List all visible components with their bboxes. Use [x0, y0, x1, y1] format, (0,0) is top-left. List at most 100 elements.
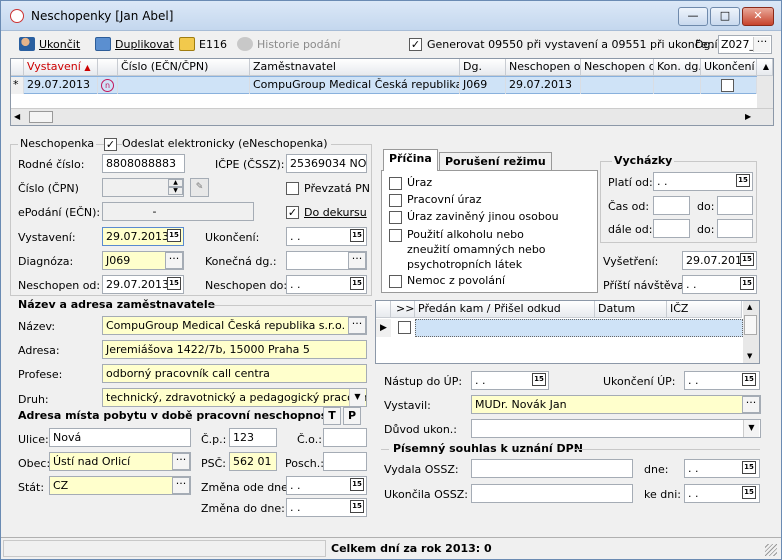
- stat-browse-button[interactable]: ···: [172, 477, 190, 494]
- obec-input[interactable]: Ústí nad Orlicí: [49, 452, 191, 471]
- pristi-navsteva-calendar-icon[interactable]: 15: [740, 277, 754, 290]
- rodne-cislo-input[interactable]: 8808088883: [102, 154, 185, 173]
- vydala-ossz-input[interactable]: [471, 459, 633, 478]
- cislo-spin-up[interactable]: ▲: [168, 179, 183, 187]
- cislo-tool-button[interactable]: ✎: [190, 178, 209, 197]
- cell-neschopen-od: 29.07.2013: [506, 77, 581, 94]
- grid-scroll-top[interactable]: ▲: [757, 59, 773, 76]
- col-zamestnavatel[interactable]: Zaměstnavatel: [250, 59, 460, 76]
- predani-scroll-up-icon[interactable]: ▲: [747, 303, 752, 311]
- zmena-do-calendar-icon[interactable]: 15: [350, 500, 364, 513]
- col-kon-dg[interactable]: Kon. dg.: [654, 59, 701, 76]
- stat-input[interactable]: CZ: [49, 476, 191, 495]
- col-neschopen-do[interactable]: Neschopen do: [581, 59, 654, 76]
- app-icon: [10, 9, 24, 23]
- predani-scroll-down-icon[interactable]: ▼: [747, 352, 752, 360]
- predani-col-kam[interactable]: Předán kam / Přišel odkud: [415, 301, 595, 318]
- col-dg[interactable]: Dg.: [460, 59, 506, 76]
- predani-scroll-thumb[interactable]: [744, 315, 757, 335]
- cas-od-input[interactable]: [653, 196, 690, 215]
- druh-chevron-down-icon[interactable]: ▼: [349, 389, 365, 406]
- col-cislo[interactable]: Číslo (EČN/ČPN): [118, 59, 250, 76]
- ukoncila-ossz-input[interactable]: [471, 484, 633, 503]
- predani-row-checkbox[interactable]: [398, 321, 411, 334]
- ukonceni-up-calendar-icon[interactable]: 15: [742, 373, 756, 386]
- vystavil-browse-button[interactable]: ···: [742, 396, 760, 413]
- tab-pricina[interactable]: Příčina: [383, 149, 438, 171]
- nastup-up-calendar-icon[interactable]: 15: [532, 373, 546, 386]
- neschopen-do-calendar-icon[interactable]: 15: [350, 277, 364, 290]
- predani-vscroll[interactable]: ▲ ▼: [743, 301, 759, 363]
- duvod-chevron-down-icon[interactable]: ▼: [743, 420, 759, 437]
- close-button[interactable]: ✕: [742, 7, 774, 26]
- neschopen-od-calendar-icon[interactable]: 15: [167, 277, 181, 290]
- pracovni-uraz-checkbox[interactable]: [389, 194, 402, 207]
- table-row[interactable]: * 29.07.2013 n CompuGroup Medical Česká …: [11, 76, 757, 94]
- col-neschopen-od[interactable]: Neschopen od: [506, 59, 581, 76]
- co-input[interactable]: [323, 428, 367, 447]
- druh-select[interactable]: technický, zdravotnický a pedagogický pr…: [102, 388, 367, 407]
- ulice-input[interactable]: Nová: [49, 428, 191, 447]
- obec-browse-button[interactable]: ···: [172, 453, 190, 470]
- duplikovat-button[interactable]: Duplikovat: [95, 37, 174, 53]
- uraz-jinou-osobou-checkbox[interactable]: [389, 211, 402, 224]
- scroll-right-icon[interactable]: ▶: [745, 112, 751, 121]
- minimize-button[interactable]: —: [678, 7, 708, 26]
- ulice-label: Ulice:: [18, 433, 49, 446]
- vystaveni-calendar-icon[interactable]: 15: [167, 229, 181, 242]
- diagnoza-browse-button[interactable]: ···: [165, 252, 183, 269]
- predani-row-kam[interactable]: [415, 319, 743, 337]
- alkohol-label-line3: psychotropních látek: [407, 258, 523, 271]
- adresa-input[interactable]: Jeremiášova 1422/7b, 15000 Praha 5: [102, 340, 367, 359]
- ukoncit-button[interactable]: Ukončit: [19, 37, 80, 53]
- ukonceni-row-checkbox[interactable]: [721, 79, 734, 92]
- icpe-input[interactable]: 25369034 NOV: [286, 154, 367, 173]
- duvod-ukonceni-select[interactable]: [471, 419, 761, 438]
- col-icon[interactable]: [98, 59, 118, 76]
- nazev-input[interactable]: CompuGroup Medical Česká republika s.r.o…: [102, 316, 367, 335]
- nemoc-z-povolani-checkbox[interactable]: [389, 275, 402, 288]
- cislo-spin-down[interactable]: ▼: [168, 187, 183, 195]
- ukonceni-calendar-icon[interactable]: 15: [350, 229, 364, 242]
- dg-filter-button[interactable]: ···: [753, 36, 770, 52]
- col-vystaveni[interactable]: Vystavení ▲: [24, 59, 98, 76]
- obec-label: Obec:: [18, 457, 51, 470]
- grid-vscroll[interactable]: [757, 76, 773, 108]
- scroll-left-icon[interactable]: ◀: [14, 112, 20, 121]
- generovat-checkbox[interactable]: ✓: [409, 38, 422, 51]
- plati-od-calendar-icon[interactable]: 15: [736, 174, 750, 187]
- cas-do-input[interactable]: [717, 196, 753, 215]
- dale-do-input[interactable]: [717, 219, 753, 238]
- prevzata-checkbox[interactable]: [286, 182, 299, 195]
- nazev-browse-button[interactable]: ···: [348, 317, 366, 334]
- uraz-checkbox[interactable]: [389, 177, 402, 190]
- predani-col-arrow[interactable]: >>: [391, 301, 415, 318]
- do-dekursu-checkbox[interactable]: ✓: [286, 206, 299, 219]
- zmena-od-calendar-icon[interactable]: 15: [350, 478, 364, 491]
- posch-input[interactable]: [323, 452, 367, 471]
- maximize-button[interactable]: □: [710, 7, 740, 26]
- dne-calendar-icon[interactable]: 15: [742, 461, 756, 474]
- cp-input[interactable]: 123: [229, 428, 277, 447]
- col-ukonceni[interactable]: Ukončení: [701, 59, 757, 76]
- konecna-dg-browse-button[interactable]: ···: [348, 252, 366, 269]
- vysetreni-calendar-icon[interactable]: 15: [740, 253, 754, 266]
- e116-button[interactable]: E116: [179, 37, 227, 53]
- profese-input[interactable]: odborný pracovník call centra: [102, 364, 367, 383]
- pobyt-t-button[interactable]: T: [323, 407, 341, 425]
- hscroll-thumb[interactable]: [29, 111, 53, 123]
- odeslat-checkbox[interactable]: ✓: [104, 138, 117, 151]
- predani-col-datum[interactable]: Datum: [595, 301, 667, 318]
- predani-col-icz[interactable]: IČZ: [667, 301, 742, 318]
- grid-hscroll[interactable]: ◀ ▶: [11, 108, 773, 125]
- tab-poruseni-rezimu[interactable]: Porušení režimu: [439, 152, 552, 172]
- predani-row[interactable]: ▶: [376, 319, 743, 337]
- psc-input[interactable]: 562 01: [229, 452, 277, 471]
- vystavil-input[interactable]: MUDr. Novák Jan: [471, 395, 761, 414]
- ke-dni-calendar-icon[interactable]: 15: [742, 486, 756, 499]
- historie-button[interactable]: Historie podání: [237, 37, 340, 53]
- dale-od-input[interactable]: [653, 219, 690, 238]
- pobyt-p-button[interactable]: P: [343, 407, 361, 425]
- resize-grip-icon[interactable]: [765, 544, 777, 556]
- alkohol-checkbox[interactable]: [389, 229, 402, 242]
